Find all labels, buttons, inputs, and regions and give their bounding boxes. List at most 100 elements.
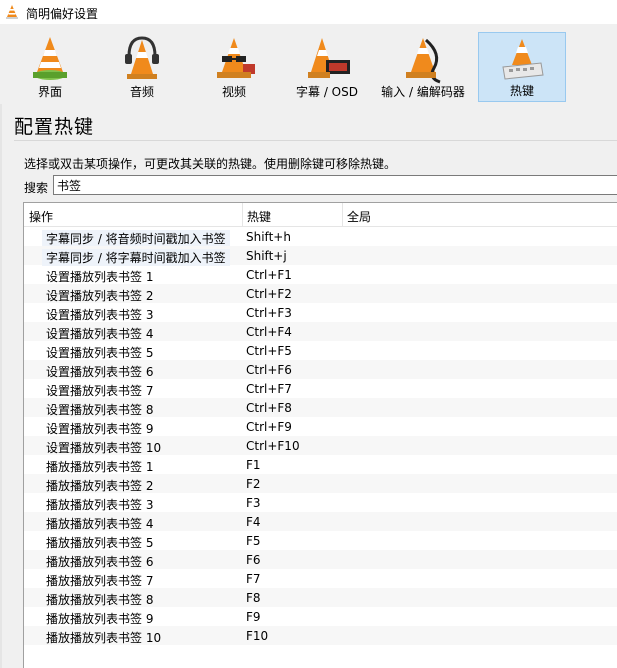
- action-cell: 播放播放列表书签 4: [46, 517, 154, 531]
- vlc-cone-icon: [6, 5, 18, 19]
- table-row[interactable]: 字幕同步 / 将音频时间戳加入书签 Shift+h: [24, 227, 617, 247]
- hotkeys-keyboard-icon: [502, 39, 544, 80]
- action-cell: 设置播放列表书签 2: [46, 289, 154, 303]
- hotkey-cell: Ctrl+F4: [246, 325, 292, 339]
- action-cell: 设置播放列表书签 7: [46, 384, 154, 398]
- tab-video[interactable]: 视频: [190, 32, 278, 102]
- left-border: [0, 104, 2, 668]
- action-cell: 设置播放列表书签 5: [46, 346, 154, 360]
- action-cell: 字幕同步 / 将音频时间戳加入书签: [42, 230, 230, 247]
- table-body: 字幕同步 / 将音频时间戳加入书签 Shift+h 字幕同步 / 将字幕时间戳加入书…: [24, 227, 617, 645]
- hotkey-cell: Ctrl+F7: [246, 382, 292, 396]
- page-title: 配置热键: [14, 116, 95, 138]
- table-row[interactable]: 设置播放列表书签 8 Ctrl+F8: [24, 398, 617, 417]
- action-cell: 设置播放列表书签 6: [46, 365, 154, 379]
- table-row[interactable]: 播放播放列表书签 5 F5: [24, 531, 617, 550]
- hotkey-cell: Ctrl+F8: [246, 401, 292, 415]
- table-row[interactable]: 设置播放列表书签 2 Ctrl+F2: [24, 284, 617, 303]
- hotkey-cell: F3: [246, 496, 261, 510]
- tab-interface-label: 界面: [37, 85, 62, 99]
- column-divider[interactable]: [242, 203, 243, 226]
- action-cell: 字幕同步 / 将字幕时间戳加入书签: [42, 249, 230, 266]
- hotkey-cell: F1: [246, 458, 261, 472]
- column-header-global[interactable]: 全局: [347, 208, 371, 225]
- hotkey-cell: F4: [246, 515, 261, 529]
- hotkey-cell: F6: [246, 553, 261, 567]
- tab-video-label: 视频: [221, 85, 246, 99]
- action-cell: 播放播放列表书签 2: [46, 479, 154, 493]
- hotkey-cell: F7: [246, 572, 261, 586]
- title-bar: 简明偏好设置: [0, 0, 617, 24]
- interface-cone-icon: [33, 37, 67, 80]
- table-row[interactable]: 播放播放列表书签 1 F1: [24, 455, 617, 474]
- tab-hotkeys[interactable]: 热键: [478, 32, 566, 102]
- hotkey-cell: F2: [246, 477, 261, 491]
- table-row[interactable]: 设置播放列表书签 5 Ctrl+F5: [24, 341, 617, 360]
- subtitles-clock-icon: [308, 38, 350, 78]
- tab-subtitles-osd-label: 字幕 / OSD: [296, 85, 358, 99]
- hotkey-cell: Ctrl+F9: [246, 420, 292, 434]
- tab-interface[interactable]: 界面: [6, 32, 94, 102]
- table-row[interactable]: 播放播放列表书签 6 F6: [24, 550, 617, 569]
- table-row[interactable]: 设置播放列表书签 7 Ctrl+F7: [24, 379, 617, 398]
- table-row[interactable]: 设置播放列表书签 6 Ctrl+F6: [24, 360, 617, 379]
- action-cell: 设置播放列表书签 4: [46, 327, 154, 341]
- table-row[interactable]: 播放播放列表书签 9 F9: [24, 607, 617, 626]
- hotkey-cell: Ctrl+F10: [246, 439, 300, 453]
- tab-input-codecs-label: 输入 / 编解码器: [381, 85, 465, 99]
- hotkey-cell: Shift+j: [246, 249, 287, 263]
- hotkey-cell: F8: [246, 591, 261, 605]
- action-cell: 播放播放列表书签 7: [46, 574, 154, 588]
- tab-audio-label: 音频: [129, 85, 154, 99]
- audio-headphones-icon: [125, 36, 159, 79]
- column-divider[interactable]: [342, 203, 343, 226]
- action-cell: 设置播放列表书签 9: [46, 422, 154, 436]
- action-cell: 设置播放列表书签 1: [46, 270, 154, 284]
- tab-input-codecs[interactable]: 输入 / 编解码器: [374, 32, 472, 102]
- hotkey-cell: F5: [246, 534, 261, 548]
- action-cell: 播放播放列表书签 8: [46, 593, 154, 607]
- table-row[interactable]: 设置播放列表书签 1 Ctrl+F1: [24, 265, 617, 284]
- hotkey-cell: Ctrl+F5: [246, 344, 292, 358]
- description-text: 选择或双击某项操作，可更改其关联的热键。使用删除键可移除热键。: [24, 157, 397, 171]
- table-row[interactable]: 播放播放列表书签 3 F3: [24, 493, 617, 512]
- action-cell: 设置播放列表书签 8: [46, 403, 154, 417]
- window-title: 简明偏好设置: [26, 7, 99, 21]
- table-row[interactable]: 设置播放列表书签 4 Ctrl+F4: [24, 322, 617, 341]
- title-divider: [14, 140, 617, 141]
- table-row[interactable]: 设置播放列表书签 3 Ctrl+F3: [24, 303, 617, 322]
- hotkey-cell: F10: [246, 629, 269, 643]
- search-input[interactable]: [53, 175, 617, 195]
- hotkey-cell: Ctrl+F1: [246, 268, 292, 282]
- action-cell: 播放播放列表书签 1: [46, 460, 154, 474]
- tab-audio[interactable]: 音频: [98, 32, 186, 102]
- action-cell: 播放播放列表书签 10: [46, 631, 162, 645]
- action-cell: 设置播放列表书签 3: [46, 308, 154, 322]
- hotkey-cell: Ctrl+F2: [246, 287, 292, 301]
- video-glasses-icon: [217, 38, 255, 78]
- column-header-hotkey[interactable]: 热键: [247, 208, 271, 225]
- table-row[interactable]: 播放播放列表书签 10 F10: [24, 626, 617, 645]
- hotkey-cell: Ctrl+F3: [246, 306, 292, 320]
- table-row[interactable]: 设置播放列表书签 10 Ctrl+F10: [24, 436, 617, 455]
- column-header-action[interactable]: 操作: [29, 208, 53, 225]
- action-cell: 设置播放列表书签 10: [46, 441, 162, 455]
- action-cell: 播放播放列表书签 9: [46, 612, 154, 626]
- input-cable-icon: [406, 38, 441, 84]
- hotkey-cell: F9: [246, 610, 261, 624]
- table-row[interactable]: 字幕同步 / 将字幕时间戳加入书签 Shift+j: [24, 246, 617, 266]
- table-row[interactable]: 播放播放列表书签 4 F4: [24, 512, 617, 531]
- hotkey-cell: Ctrl+F6: [246, 363, 292, 377]
- table-row[interactable]: 播放播放列表书签 7 F7: [24, 569, 617, 588]
- table-header: 操作 热键 全局: [24, 203, 617, 227]
- tab-subtitles-osd[interactable]: 字幕 / OSD: [282, 32, 372, 102]
- table-row[interactable]: 播放播放列表书签 8 F8: [24, 588, 617, 607]
- table-row[interactable]: 播放播放列表书签 2 F2: [24, 474, 617, 493]
- action-cell: 播放播放列表书签 6: [46, 555, 154, 569]
- action-cell: 播放播放列表书签 5: [46, 536, 154, 550]
- tab-hotkeys-label: 热键: [509, 84, 534, 98]
- hotkeys-table[interactable]: 操作 热键 全局 字幕同步 / 将音频时间戳加入书签 Shift+h 字幕同步 / …: [23, 202, 617, 668]
- table-row[interactable]: 设置播放列表书签 9 Ctrl+F9: [24, 417, 617, 436]
- action-cell: 播放播放列表书签 3: [46, 498, 154, 512]
- search-label: 搜索: [24, 181, 49, 195]
